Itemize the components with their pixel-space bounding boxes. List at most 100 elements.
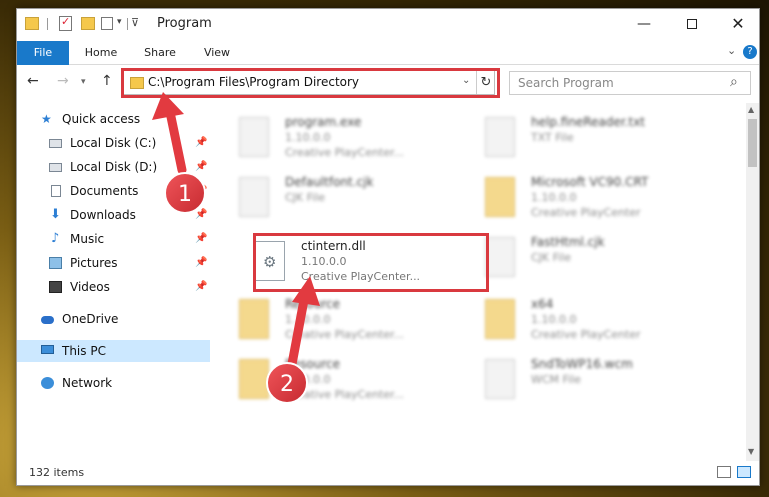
- pin-icon[interactable]: 📌: [195, 156, 207, 178]
- pin-icon[interactable]: 📌: [195, 204, 207, 226]
- file-detail: CJK File: [531, 251, 572, 264]
- file-name: FastHtml.cjk: [531, 235, 605, 249]
- scroll-up-icon[interactable]: ▲: [748, 105, 754, 114]
- star-icon: ★: [41, 112, 52, 126]
- file-detail: 1.10.0.0: [285, 373, 331, 386]
- sidebar-item-documents[interactable]: Documents 📌: [17, 180, 210, 202]
- file-name: help.fineReader.txt: [531, 115, 645, 129]
- sidebar-item-onedrive[interactable]: OneDrive: [17, 308, 210, 330]
- scrollbar-thumb[interactable]: [748, 119, 757, 167]
- ribbon-tabs: File Home Share View ⌄ ?: [17, 41, 759, 65]
- computer-icon: [41, 345, 54, 354]
- file-detail: Creative PlayCenter: [531, 328, 641, 341]
- pin-icon[interactable]: 📌: [195, 228, 207, 250]
- list-item[interactable]: Defaultfont.cjk CJK File: [217, 173, 447, 227]
- file-name: Defaultfont.cjk: [285, 175, 374, 189]
- tab-home[interactable]: Home: [83, 41, 119, 65]
- file-detail: CJK File: [285, 191, 326, 204]
- details-view-icon[interactable]: [717, 466, 731, 478]
- toolbar-separator: [127, 18, 128, 30]
- sidebar-item-label: Pictures: [70, 256, 118, 270]
- sidebar-item-downloads[interactable]: ⬇ Downloads 📌: [17, 204, 210, 226]
- sidebar-item-label: Documents: [70, 184, 139, 198]
- toolbar-separator: [47, 18, 48, 30]
- music-icon: ♪: [51, 231, 60, 246]
- sidebar-item-label: This PC: [62, 344, 106, 358]
- up-arrow-icon[interactable]: ↑: [101, 73, 113, 89]
- scroll-down-icon[interactable]: ▼: [748, 447, 754, 456]
- customize-toolbar-icon[interactable]: ⊽: [131, 16, 139, 29]
- file-name: program.exe: [285, 115, 362, 129]
- sidebar-item-label: Local Disk (C:): [70, 136, 157, 150]
- file-name: SndToWP16.wcm: [531, 357, 633, 371]
- view-options-icon[interactable]: [101, 17, 113, 30]
- minimize-button[interactable]: —: [621, 9, 667, 39]
- tiles-view-icon[interactable]: [737, 466, 751, 478]
- tab-share[interactable]: Share: [141, 41, 179, 65]
- list-item[interactable]: FastHtml.cjk CJK File: [463, 233, 693, 287]
- navigation-bar: ← → ▾ ↑ C:\Program Files\Program Directo…: [17, 66, 759, 100]
- navigation-pane: ★ Quick access Local Disk (C:) 📌 Local D…: [17, 103, 210, 461]
- sidebar-item-quick-access[interactable]: ★ Quick access: [17, 108, 210, 130]
- sidebar-item-network[interactable]: Network: [17, 372, 210, 394]
- item-count: 132 items: [29, 466, 85, 479]
- text-file-icon: [485, 117, 515, 157]
- list-item[interactable]: x64 1.10.0.0 Creative PlayCenter: [463, 295, 693, 349]
- sidebar-item-label: Quick access: [62, 112, 141, 126]
- new-folder-icon[interactable]: [81, 17, 95, 30]
- list-item[interactable]: help.fineReader.txt TXT File: [463, 113, 693, 167]
- pin-icon[interactable]: 📌: [195, 252, 207, 274]
- list-item[interactable]: Resource 1.10.0.0 Creative PlayCenter...: [217, 295, 447, 349]
- forward-arrow-icon[interactable]: →: [57, 73, 69, 89]
- chevron-down-icon[interactable]: ▾: [81, 77, 86, 87]
- exe-file-icon: [239, 117, 269, 157]
- list-item[interactable]: SndToWP16.wcm WCM File: [463, 355, 693, 409]
- sidebar-item-videos[interactable]: Videos 📌: [17, 276, 210, 298]
- chevron-down-icon[interactable]: ⌄: [727, 44, 736, 57]
- title-bar: ▾ ⊽ Program — ✕: [17, 9, 759, 41]
- file-detail: 1.10.0.0: [285, 131, 331, 144]
- pin-icon[interactable]: 📌: [195, 180, 207, 202]
- folder-icon: [25, 17, 39, 30]
- pictures-icon: [49, 257, 62, 269]
- list-item[interactable]: Microsoft VC90.CRT 1.10.0.0 Creative Pla…: [463, 173, 693, 227]
- tab-file[interactable]: File: [17, 41, 69, 65]
- file-detail: Creative PlayCenter...: [285, 146, 405, 159]
- sidebar-item-music[interactable]: ♪ Music 📌: [17, 228, 210, 250]
- close-button[interactable]: ✕: [715, 9, 761, 39]
- file-detail: Creative PlayCenter...: [285, 328, 405, 341]
- file-icon: [485, 237, 515, 277]
- search-icon: ⌕: [730, 74, 738, 90]
- download-icon: ⬇: [50, 207, 61, 222]
- chevron-down-icon[interactable]: ▾: [117, 17, 122, 27]
- file-name: Resource: [285, 297, 341, 311]
- search-input[interactable]: Search Program ⌕: [509, 71, 751, 95]
- file-detail: 1.10.0.0: [531, 313, 577, 326]
- pin-icon[interactable]: 📌: [195, 132, 207, 154]
- file-detail: Creative PlayCenter...: [285, 388, 405, 401]
- file-name: x64: [531, 297, 554, 311]
- pin-icon[interactable]: 📌: [195, 276, 207, 298]
- sidebar-item-local-disk-c[interactable]: Local Disk (C:) 📌: [17, 132, 210, 154]
- list-item[interactable]: Resource 1.10.0.0 Creative PlayCenter...: [217, 355, 447, 409]
- properties-icon[interactable]: [59, 15, 72, 31]
- maximize-button[interactable]: [669, 9, 715, 39]
- network-icon: [41, 377, 54, 389]
- folder-icon: [485, 177, 515, 217]
- back-arrow-icon[interactable]: ←: [27, 73, 39, 89]
- file-detail: 1.10.0.0: [531, 191, 577, 204]
- status-bar: 132 items: [17, 461, 759, 485]
- sidebar-item-pictures[interactable]: Pictures 📌: [17, 252, 210, 274]
- list-item[interactable]: program.exe 1.10.0.0 Creative PlayCenter…: [217, 113, 447, 167]
- sidebar-item-this-pc[interactable]: This PC: [17, 340, 210, 362]
- search-placeholder: Search Program: [518, 76, 614, 90]
- window-title: Program: [157, 16, 212, 31]
- vertical-scrollbar[interactable]: ▲ ▼: [746, 103, 759, 461]
- file-detail: WCM File: [531, 373, 581, 386]
- sidebar-item-label: Downloads: [70, 208, 136, 222]
- tab-view[interactable]: View: [201, 41, 233, 65]
- sidebar-item-label: Videos: [70, 280, 110, 294]
- sidebar-item-local-disk-d[interactable]: Local Disk (D:) 📌: [17, 156, 210, 178]
- help-icon[interactable]: ?: [743, 45, 757, 59]
- folder-icon: [239, 359, 269, 399]
